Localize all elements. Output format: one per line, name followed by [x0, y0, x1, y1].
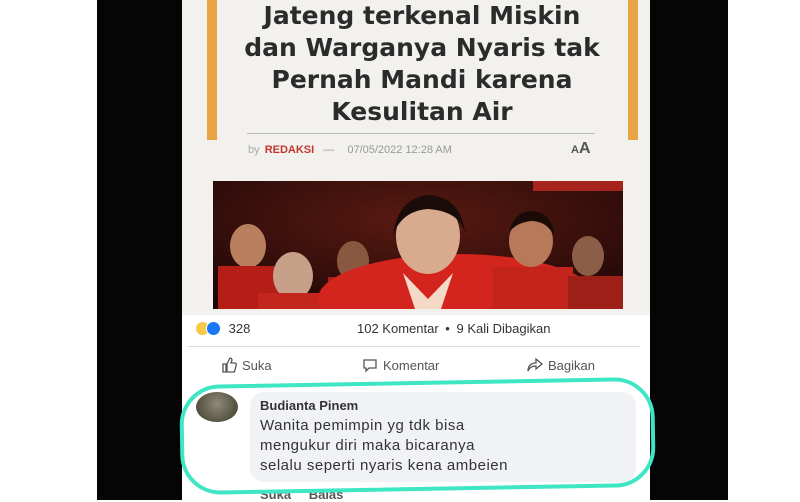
accent-stripe-right — [628, 0, 638, 140]
share-label: Bagikan — [548, 358, 595, 373]
share-count[interactable]: 9 Kali Dibagikan — [456, 321, 550, 336]
title-line: dan Warganya Nyaris tak — [244, 33, 600, 62]
accent-stripe-left — [207, 0, 217, 140]
article-photo-image — [213, 181, 623, 309]
byline-divider — [247, 133, 595, 134]
comment-button[interactable]: Komentar — [362, 357, 439, 376]
byline-date: 07/05/2022 12:28 AM — [347, 144, 452, 156]
article-title[interactable]: Jateng terkenal Miskin dan Warganya Nyar… — [222, 0, 622, 128]
like-reaction-icon — [206, 321, 221, 336]
right-margin — [728, 0, 800, 500]
comment-label: Komentar — [383, 358, 440, 373]
title-line: Kesulitan Air — [331, 97, 513, 126]
byline-by: by — [248, 144, 260, 156]
stats-separator: • — [445, 321, 450, 336]
font-size-icon[interactable]: AA — [571, 140, 591, 158]
left-margin — [0, 0, 97, 500]
reaction-summary[interactable]: 328 — [195, 321, 250, 336]
like-button[interactable]: Suka — [221, 357, 272, 376]
byline-dash: — — [323, 144, 335, 156]
post-stats[interactable]: 102 Komentar • 9 Kali Dibagikan — [357, 321, 550, 336]
highlight-annotation-circle — [179, 376, 656, 496]
article-byline: by REDAKSI — 07/05/2022 12:28 AM — [248, 144, 452, 156]
share-button[interactable]: Bagikan — [527, 357, 595, 376]
comment-count[interactable]: 102 Komentar — [357, 321, 439, 336]
share-arrow-icon — [527, 357, 544, 376]
title-line: Pernah Mandi karena — [271, 65, 573, 94]
title-line: Jateng terkenal Miskin — [263, 1, 581, 30]
thumbs-up-icon — [221, 357, 237, 376]
actions-divider — [188, 346, 640, 347]
article-photo[interactable] — [213, 181, 623, 309]
font-size-small: A — [571, 144, 579, 156]
reaction-icons — [195, 321, 225, 336]
reaction-count: 328 — [228, 321, 251, 336]
byline-author[interactable]: REDAKSI — [265, 144, 315, 156]
font-size-large: A — [578, 140, 591, 157]
like-label: Suka — [242, 358, 272, 373]
comment-bubble-icon — [362, 357, 378, 376]
